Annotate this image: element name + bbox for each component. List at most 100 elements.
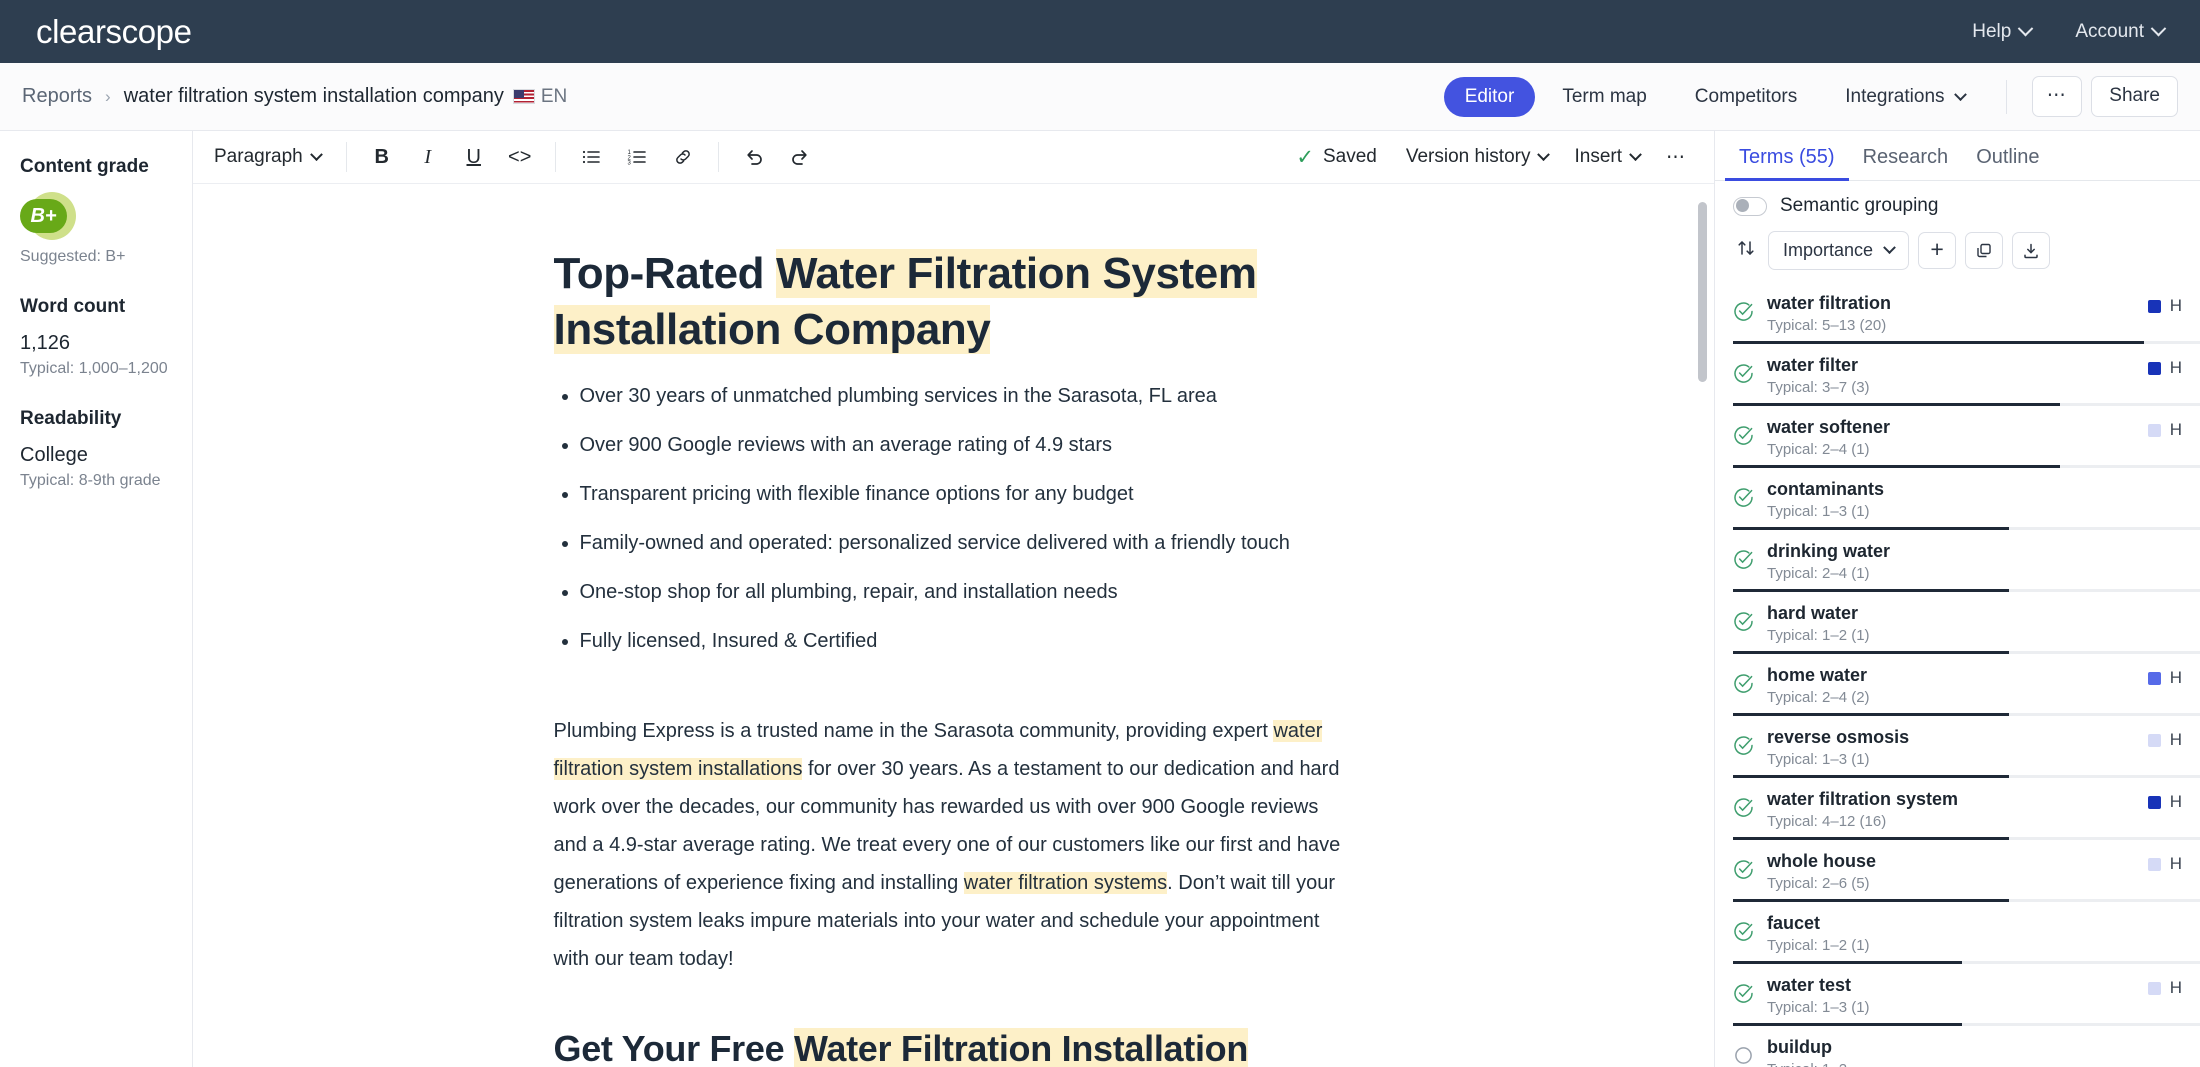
tab-editor[interactable]: Editor (1443, 76, 1536, 117)
document-body[interactable]: Top-Rated Water Filtration System Instal… (553, 184, 1354, 1067)
term-checked-icon[interactable] (1733, 487, 1754, 508)
semantic-grouping-toggle[interactable] (1733, 196, 1767, 216)
term-inner: contaminants Typical: 1–3 (1) (1733, 478, 2182, 520)
term-row[interactable]: reverse osmosis Typical: 1–3 (1) H (1715, 716, 2200, 778)
term-row[interactable]: buildup Typical: 1–2 (1715, 1026, 2200, 1067)
help-menu[interactable]: Help (1972, 20, 2034, 43)
document-scrollbar[interactable] (1698, 202, 1707, 382)
term-row[interactable]: home water Typical: 2–4 (2) H (1715, 654, 2200, 716)
term-row[interactable]: faucet Typical: 1–2 (1) (1715, 902, 2200, 964)
more-options-button[interactable]: ⋯ (2031, 76, 2083, 117)
term-checked-icon[interactable] (1733, 859, 1754, 880)
term-typical-range: Typical: 1–3 (1) (1767, 502, 1870, 520)
readability-typical: Typical: 8-9th grade (20, 472, 161, 489)
redo-icon[interactable] (782, 140, 818, 174)
copy-terms-button[interactable] (1965, 232, 2004, 269)
us-flag-icon (512, 89, 535, 104)
sort-by-value: Importance (1783, 240, 1874, 260)
chevron-down-icon (1883, 241, 1896, 255)
term-row[interactable]: water softener Typical: 2–4 (1) H (1715, 406, 2200, 468)
tab-outline[interactable]: Outline (1962, 146, 2053, 180)
term-checked-icon[interactable] (1733, 611, 1754, 632)
term-heading-letter: H (2169, 358, 2182, 377)
help-menu-label: Help (1972, 20, 2012, 42)
share-button[interactable]: Share (2091, 76, 2178, 117)
list-item: Over 30 years of unmatched plumbing serv… (580, 381, 1354, 411)
term-checked-icon[interactable] (1733, 363, 1754, 384)
term-checked-icon[interactable] (1733, 301, 1754, 322)
term-typical-range: Typical: 4–12 (16) (1767, 812, 1887, 830)
paragraph-style-dropdown[interactable]: Paragraph (201, 140, 334, 174)
term-typical-range: Typical: 1–3 (1) (1767, 750, 1870, 768)
term-checked-icon[interactable] (1733, 673, 1754, 694)
clearscope-logo[interactable]: clearscope (36, 13, 192, 51)
term-heading-indicator: H (2147, 792, 2182, 812)
tab-competitors[interactable]: Competitors (1674, 77, 1818, 117)
term-name: water test (1767, 975, 1852, 995)
term-row[interactable]: water filtration Typical: 5–13 (20) H (1715, 282, 2200, 344)
tab-integrations-label: Integrations (1845, 85, 1945, 107)
term-checked-icon[interactable] (1733, 425, 1754, 446)
term-row[interactable]: water filter Typical: 3–7 (3) H (1715, 344, 2200, 406)
term-name: faucet (1767, 913, 1821, 933)
term-row[interactable]: hard water Typical: 1–2 (1) (1715, 592, 2200, 654)
add-term-button[interactable]: + (1918, 232, 1957, 269)
term-row[interactable]: contaminants Typical: 1–3 (1) (1715, 468, 2200, 530)
term-heading-indicator: H (2147, 730, 2182, 750)
italic-button[interactable]: I (410, 140, 446, 174)
save-status-label: Saved (1322, 146, 1377, 167)
term-typical-range: Typical: 1–2 (1) (1767, 626, 1870, 644)
chevron-down-icon (2018, 20, 2034, 37)
tab-research[interactable]: Research (1849, 146, 1963, 180)
tab-term-map[interactable]: Term map (1541, 77, 1667, 117)
term-checked-icon[interactable] (1733, 921, 1754, 942)
term-importance-swatch (2147, 733, 2161, 747)
term-typical-range: Typical: 2–6 (5) (1767, 874, 1870, 892)
editor-more-button[interactable]: ⋯ (1653, 140, 1700, 175)
term-unchecked-icon[interactable] (1733, 1045, 1754, 1066)
term-name: hard water (1767, 603, 1859, 623)
tab-research-label: Research (1862, 146, 1949, 168)
undo-icon[interactable] (736, 140, 772, 174)
term-texts: buildup Typical: 1–2 (1767, 1036, 2182, 1067)
insert-dropdown[interactable]: Insert (1561, 140, 1653, 174)
term-heading-letter: H (2169, 978, 2182, 997)
copy-icon (1977, 243, 1991, 257)
metrics-sidebar: Content grade B+ Suggested: B+ Word coun… (0, 131, 193, 1067)
underline-button[interactable]: U (456, 140, 492, 174)
content-grade-label: Content grade (20, 156, 149, 177)
chevron-down-icon (1953, 87, 1967, 101)
download-terms-button[interactable] (2012, 232, 2051, 269)
terms-panel-tabs: Terms (55) Research Outline (1715, 131, 2200, 181)
check-icon: ✓ (1296, 145, 1314, 169)
readability-label: Readability (20, 408, 122, 429)
breadcrumb-reports-link[interactable]: Reports (22, 85, 92, 108)
code-button[interactable]: <> (502, 140, 538, 174)
term-row[interactable]: drinking water Typical: 2–4 (1) (1715, 530, 2200, 592)
term-checked-icon[interactable] (1733, 549, 1754, 570)
term-row[interactable]: water test Typical: 1–3 (1) H (1715, 964, 2200, 1026)
term-typical-range: Typical: 5–13 (20) (1767, 316, 1887, 334)
sort-by-dropdown[interactable]: Importance (1768, 231, 1910, 270)
tab-integrations[interactable]: Integrations (1824, 77, 1986, 117)
term-checked-icon[interactable] (1733, 735, 1754, 756)
term-inner: whole house Typical: 2–6 (5) H (1733, 850, 2182, 892)
term-checked-icon[interactable] (1733, 983, 1754, 1004)
document-scroll-area[interactable]: Top-Rated Water Filtration System Instal… (193, 184, 1714, 1067)
term-texts: water test Typical: 1–3 (1) (1767, 974, 2135, 1016)
grade-value: B+ (20, 199, 67, 233)
account-menu[interactable]: Account (2075, 21, 2167, 43)
semantic-grouping-label: Semantic grouping (1780, 195, 1939, 216)
sort-arrows-icon[interactable] (1733, 238, 1759, 263)
term-row[interactable]: water filtration system Typical: 4–12 (16… (1715, 778, 2200, 840)
version-history-dropdown[interactable]: Version history (1393, 140, 1562, 174)
tab-terms[interactable]: Terms (55) (1725, 146, 1849, 181)
bullet-list-icon[interactable] (573, 140, 609, 174)
terms-list[interactable]: water filtration Typical: 5–13 (20) Hwater… (1715, 282, 2200, 1067)
numbered-list-icon[interactable]: 1 2 3 (619, 140, 655, 174)
term-checked-icon[interactable] (1733, 797, 1754, 818)
link-icon[interactable] (665, 140, 701, 174)
bold-button[interactable]: B (364, 140, 400, 174)
main-layout: Content grade B+ Suggested: B+ Word coun… (0, 131, 2200, 1067)
term-row[interactable]: whole house Typical: 2–6 (5) H (1715, 840, 2200, 902)
